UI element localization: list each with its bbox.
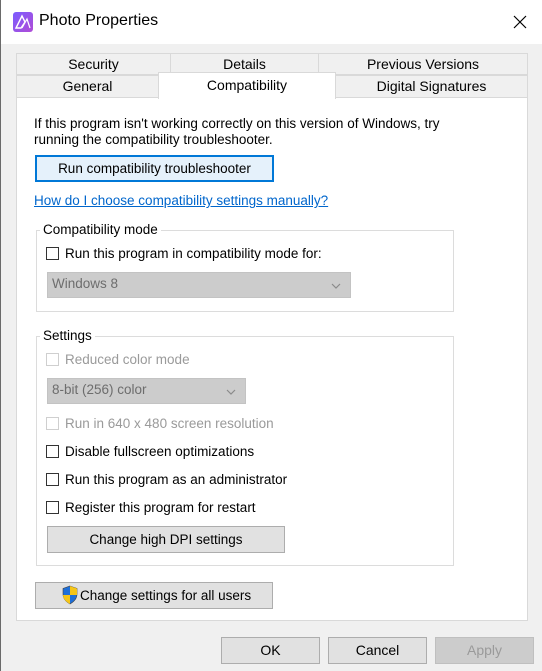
disable-fullscreen-row[interactable]: Disable fullscreen optimizations <box>46 444 254 459</box>
register-restart-row[interactable]: Register this program for restart <box>46 500 256 515</box>
properties-window: Photo Properties Security Details Previo… <box>0 0 542 671</box>
compat-help-link[interactable]: How do I choose compatibility settings m… <box>34 193 328 208</box>
tab-previous-versions[interactable]: Previous Versions <box>318 53 528 75</box>
compat-mode-label: Compatibility mode <box>40 222 161 237</box>
color-depth-select[interactable]: 8-bit (256) color <box>47 378 246 404</box>
tab-general[interactable]: General <box>16 75 159 98</box>
intro-text: If this program isn't working correctly … <box>34 116 440 147</box>
register-restart-label: Register this program for restart <box>65 500 256 515</box>
reduced-color-row[interactable]: Reduced color mode <box>46 352 190 367</box>
run-admin-label: Run this program as an administrator <box>65 472 288 487</box>
cancel-button[interactable]: Cancel <box>328 637 427 664</box>
disable-fullscreen-checkbox[interactable] <box>46 445 59 458</box>
os-select[interactable]: Windows 8 <box>47 272 351 298</box>
reduced-color-checkbox[interactable] <box>46 353 59 366</box>
tab-compatibility[interactable]: Compatibility <box>158 72 336 99</box>
compat-mode-group <box>36 230 454 312</box>
os-select-value: Windows 8 <box>52 276 119 291</box>
window-title: Photo Properties <box>39 12 159 29</box>
change-all-users-button[interactable]: Change settings for all users <box>35 582 273 609</box>
compat-mode-checkbox[interactable] <box>46 247 59 260</box>
compatibility-panel: If this program isn't working correctly … <box>16 97 528 621</box>
affinity-photo-icon <box>13 12 33 32</box>
settings-label: Settings <box>40 328 95 343</box>
disable-fullscreen-label: Disable fullscreen optimizations <box>65 444 255 459</box>
title-bar: Photo Properties <box>1 0 542 44</box>
chevron-down-icon <box>331 283 341 289</box>
run-admin-checkbox[interactable] <box>46 473 59 486</box>
close-button[interactable] <box>497 0 542 44</box>
chevron-down-icon <box>226 389 236 395</box>
change-all-users-label: Change settings for all users <box>80 588 252 603</box>
ok-button[interactable]: OK <box>221 637 320 664</box>
compat-mode-row[interactable]: Run this program in compatibility mode f… <box>46 246 322 261</box>
tab-digital-signatures[interactable]: Digital Signatures <box>335 75 528 98</box>
color-depth-value: 8-bit (256) color <box>52 382 147 397</box>
register-restart-checkbox[interactable] <box>46 501 59 514</box>
run-admin-row[interactable]: Run this program as an administrator <box>46 472 287 487</box>
run-troubleshooter-button[interactable]: Run compatibility troubleshooter <box>35 155 274 182</box>
resolution-label: Run in 640 x 480 screen resolution <box>65 416 274 431</box>
resolution-row[interactable]: Run in 640 x 480 screen resolution <box>46 416 274 431</box>
tab-security[interactable]: Security <box>16 53 171 75</box>
uac-shield-icon <box>62 585 78 605</box>
apply-button[interactable]: Apply <box>435 637 534 664</box>
reduced-color-label: Reduced color mode <box>65 352 190 367</box>
change-high-dpi-button[interactable]: Change high DPI settings <box>47 526 285 553</box>
resolution-checkbox[interactable] <box>46 417 59 430</box>
close-icon <box>513 15 527 29</box>
compat-mode-checkbox-label: Run this program in compatibility mode f… <box>65 246 322 261</box>
